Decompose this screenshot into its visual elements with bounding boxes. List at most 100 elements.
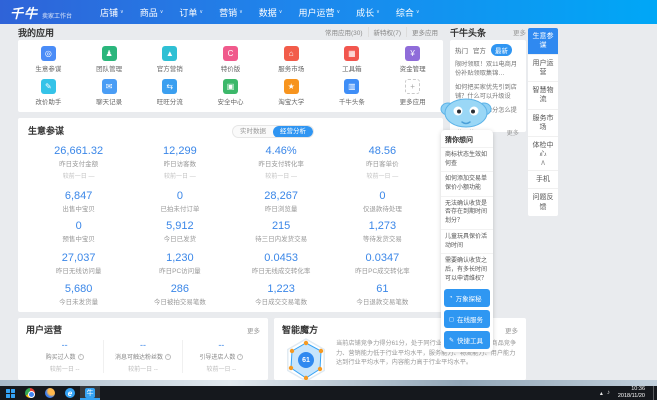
app-item-security[interactable]: ▣安全中心 — [200, 76, 261, 109]
start-button[interactable] — [0, 386, 20, 400]
user-ops-stat[interactable]: -- 引导进店人数i 较前一日 -- — [182, 340, 260, 373]
app-item-marketing[interactable]: ▲官方营销 — [139, 43, 200, 76]
nav-item-data[interactable]: 数据∨ — [259, 6, 283, 19]
info-icon[interactable]: i — [237, 354, 243, 360]
news-tab-hot[interactable]: 热门 — [455, 45, 468, 55]
user-ops-more-link[interactable]: 更多 — [247, 325, 260, 335]
nav-item-goods[interactable]: 商品∨ — [140, 6, 164, 19]
news-tab-official[interactable]: 官方 — [473, 45, 486, 55]
user-ops-stat[interactable]: -- 购买过人数i 较前一日 -- — [26, 340, 103, 373]
nav-item-marketing[interactable]: 营销∨ — [219, 6, 243, 19]
assistant-question[interactable]: 如何添加交易单保价小额功能 — [441, 171, 493, 195]
stat-cell[interactable]: 4.46%昨日支付转化率较前一日 — — [231, 145, 332, 190]
nav-item-misc[interactable]: 综合∨ — [396, 6, 420, 19]
info-icon[interactable]: i — [78, 354, 84, 360]
nav-item-user-ops[interactable]: 用户运营∨ — [298, 6, 340, 19]
assistant-question[interactable]: 需要确认收货之后，有多长时间可以申请维权？ — [441, 253, 493, 286]
chat-bubble-icon: ◻ — [449, 316, 454, 323]
news-more-footer-link[interactable]: 更多 — [507, 128, 519, 137]
ie-icon[interactable]: e — [60, 386, 80, 400]
stat-cell[interactable]: 5,912今日已发货 — [129, 220, 230, 252]
assistant-question[interactable]: 无法确认收货是否存在到期时间划分？ — [441, 196, 493, 229]
taskbar-clock[interactable]: 10:36 2018/11/20 — [618, 386, 645, 400]
firefox-icon[interactable] — [40, 386, 60, 400]
money-bag-icon: ¥ — [405, 46, 420, 61]
app-item-sycm[interactable]: ◎生意参谋 — [18, 43, 79, 76]
dock-item-service-market[interactable]: 服务市场 — [528, 110, 558, 137]
radar-chart[interactable]: 61 — [283, 337, 329, 383]
quick-tools-button[interactable]: ✎快捷工具 — [444, 331, 490, 349]
dock-item-user-ops[interactable]: 用户运营 — [528, 55, 558, 82]
app-logo[interactable]: 千牛 卖家工作台 — [10, 3, 72, 22]
stat-cell[interactable]: 12,299昨日访客数较前一日 — — [129, 145, 230, 190]
info-icon[interactable]: i — [165, 354, 171, 360]
stat-cell[interactable]: 1,223今日成交交易笔数 — [231, 283, 332, 313]
tray-expand-icon[interactable]: ▴ — [600, 390, 603, 397]
stat-cell[interactable]: 1,273等待发货交易 — [332, 220, 433, 252]
news-tab-latest[interactable]: 最新 — [491, 44, 512, 56]
stat-value: 4.46% — [231, 145, 332, 157]
volume-icon[interactable]: ♪ — [607, 390, 610, 396]
app-item-taobao-univ[interactable]: ★淘宝大学 — [261, 76, 322, 109]
online-service-button[interactable]: ◻在线服务 — [444, 310, 490, 328]
button-label: 在线服务 — [457, 314, 483, 324]
stat-cell[interactable]: 61今日退款交易笔数 — [332, 283, 433, 313]
chrome-icon[interactable] — [20, 386, 40, 400]
stat-cell[interactable]: 1,230昨日PC访问量 — [129, 252, 230, 283]
stat-cell[interactable]: 0预售中宝贝 — [28, 220, 129, 252]
app-label: 改价助手 — [35, 96, 61, 106]
stat-cell[interactable]: 27,037昨日无线访问量 — [28, 252, 129, 283]
stat-cell[interactable]: 48.56昨日客单价较前一日 — — [332, 145, 433, 190]
app-item-more[interactable]: +更多应用 — [382, 76, 443, 109]
label-text: 购买过人数 — [46, 352, 76, 361]
nav-item-growth[interactable]: 成长∨ — [356, 6, 380, 19]
app-item-service-market[interactable]: ⌂服务市场 — [261, 43, 322, 76]
assistant-explore-button[interactable]: ◔万象探秘 — [444, 289, 490, 307]
app-item-price-helper[interactable]: ✎改价助手 — [18, 76, 79, 109]
stat-cell[interactable]: 0.0453昨日无线成交转化率 — [231, 252, 332, 283]
assistant-question[interactable]: 儿童玩具保价活动时间 — [441, 229, 493, 253]
app-item-headlines[interactable]: ▥千牛头条 — [322, 76, 383, 109]
link-new-privileges[interactable]: 新特权(7) — [368, 27, 406, 37]
label-text: 消息可触达粉丝数 — [115, 352, 163, 361]
stat-cell[interactable]: 26,661.32昨日支付金额较前一日 — — [28, 145, 129, 190]
link-more-apps[interactable]: 更多应用 — [406, 27, 443, 37]
app-item-team[interactable]: ♟团队管理 — [79, 43, 140, 76]
stat-cell[interactable]: 28,267昨日浏览量 — [231, 190, 332, 220]
smart-cube-more-link[interactable]: 更多 — [505, 325, 518, 335]
app-item-chat-log[interactable]: ✉聊天记录 — [79, 76, 140, 109]
stat-label: 已拍未付订单 — [129, 203, 230, 213]
stat-cell[interactable]: 0.0347昨日PC成交转化率 — [332, 252, 433, 283]
plus-icon: + — [405, 79, 420, 94]
nav-item-shop[interactable]: 店铺∨ — [100, 6, 124, 19]
stat-cell[interactable]: 6,847出售中宝贝 — [28, 190, 129, 220]
button-label: 万象探秘 — [456, 293, 482, 303]
assistant-question[interactable]: 商标状态生效如何查 — [441, 147, 493, 171]
nav-item-orders[interactable]: 订单∨ — [179, 6, 203, 19]
icon-glyph: C — [228, 50, 234, 58]
collapse-icon[interactable]: ∧ — [528, 156, 558, 171]
toggle-analysis[interactable]: 经营分析 — [273, 126, 313, 138]
stat-cell[interactable]: 0已拍未付订单 — [129, 190, 230, 220]
toggle-realtime[interactable]: 实时数据 — [233, 126, 273, 138]
stat-cell[interactable]: 5,680今日未发货量 — [28, 283, 129, 313]
qianniu-taskbar-icon[interactable]: 牛 — [80, 386, 100, 400]
mascot-elephant-icon[interactable] — [440, 93, 492, 131]
show-desktop-button[interactable] — [653, 386, 657, 400]
link-common-apps[interactable]: 常用应用(30) — [320, 27, 368, 37]
dock-item-sycm[interactable]: 生意参谋 — [528, 28, 558, 55]
news-item[interactable]: 限时领取！双11电商月份补贴领取集锦… — [455, 60, 521, 79]
app-item-funds[interactable]: ¥资金管理 — [382, 43, 443, 76]
app-item-toolbox[interactable]: ▦工具箱 — [322, 43, 383, 76]
dock-item-logistics[interactable]: 智慧物流 — [528, 82, 558, 109]
stat-cell[interactable]: 0仅退款待处理 — [332, 190, 433, 220]
app-item-chat-split[interactable]: ⇆旺旺分流 — [139, 76, 200, 109]
news-more-link[interactable]: 更多 — [513, 27, 526, 37]
stat-cell[interactable]: 215待三日内发货交易 — [231, 220, 332, 252]
stat-label: 昨日支付转化率 — [231, 158, 332, 168]
dock-item-feedback[interactable]: 问题反馈 — [528, 189, 558, 215]
stat-cell[interactable]: 286今日被拍交易笔数 — [129, 283, 230, 313]
dock-item-mobile[interactable]: 手机 — [528, 171, 558, 189]
user-ops-stat[interactable]: -- 消息可触达粉丝数i 较前一日 -- — [103, 340, 181, 373]
app-item-tejia[interactable]: C特价版 — [200, 43, 261, 76]
